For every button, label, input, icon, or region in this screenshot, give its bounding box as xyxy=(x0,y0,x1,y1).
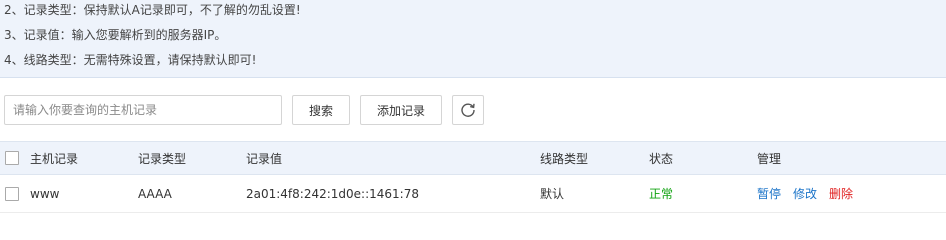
table-row: www AAAA 2a01:4f8:242:1d0e::1461:78 默认 正… xyxy=(0,175,946,213)
header-type: 记录类型 xyxy=(138,151,187,166)
header-manage: 管理 xyxy=(757,151,782,166)
row-host: www xyxy=(30,186,60,201)
tip-line-type: 4、线路类型：无需特殊设置，请保持默认即可! xyxy=(4,53,257,67)
search-button[interactable]: 搜索 xyxy=(292,95,350,125)
select-all-checkbox[interactable] xyxy=(5,151,19,165)
tips-panel: 2、记录类型：保持默认A记录即可，不了解的勿乱设置! 3、记录值：输入您要解析到… xyxy=(0,0,946,78)
add-record-button[interactable]: 添加记录 xyxy=(360,95,442,125)
row-status: 正常 xyxy=(649,187,674,201)
row-type: AAAA xyxy=(138,186,172,201)
row-checkbox[interactable] xyxy=(5,187,19,201)
header-line: 线路类型 xyxy=(540,151,589,166)
row-value: 2a01:4f8:242:1d0e::1461:78 xyxy=(246,186,419,201)
refresh-icon xyxy=(461,103,475,117)
tip-record-type: 2、记录类型：保持默认A记录即可，不了解的勿乱设置! xyxy=(4,3,301,17)
tip-record-value: 3、记录值：输入您要解析到的服务器IP。 xyxy=(4,28,227,42)
edit-link[interactable]: 修改 xyxy=(793,185,817,202)
refresh-button[interactable] xyxy=(452,95,484,125)
header-host: 主机记录 xyxy=(30,151,79,166)
row-actions: 暂停 修改 删除 xyxy=(757,175,865,212)
delete-link[interactable]: 删除 xyxy=(829,185,853,202)
table-header: 主机记录 记录类型 记录值 线路类型 状态 管理 xyxy=(0,141,946,175)
search-input[interactable] xyxy=(4,95,282,125)
pause-link[interactable]: 暂停 xyxy=(757,185,781,202)
row-line: 默认 xyxy=(540,187,565,201)
header-status: 状态 xyxy=(649,151,674,166)
header-value: 记录值 xyxy=(246,151,283,166)
toolbar: 搜索 添加记录 xyxy=(0,79,946,141)
